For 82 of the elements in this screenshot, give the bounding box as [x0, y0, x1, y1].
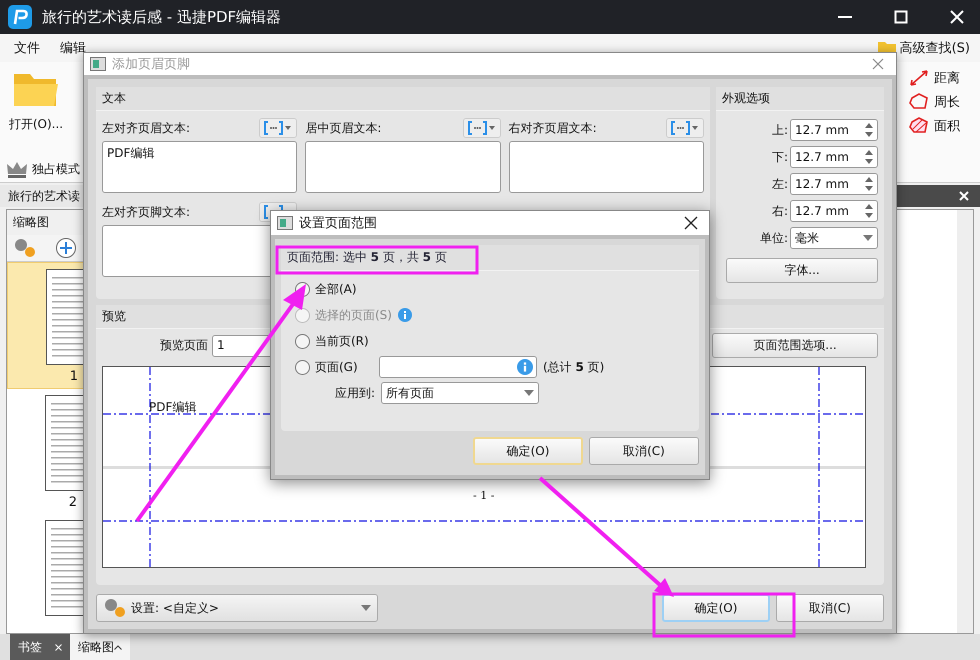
- font-button[interactable]: 字体...: [726, 258, 878, 283]
- group-title: 文本: [96, 87, 710, 111]
- field-label: 右对齐页眉文本:: [508, 120, 597, 136]
- chevron-up-icon: [114, 644, 122, 650]
- apply-to-dropdown[interactable]: 所有页面: [381, 382, 540, 404]
- window-title: 旅行的艺术读后感 - 迅捷PDF编辑器: [42, 8, 282, 26]
- exclusive-mode-label: 独占模式: [32, 160, 80, 178]
- close-icon: [684, 216, 698, 230]
- bracket-icon: [466, 121, 497, 135]
- field-label: 居中页眉文本:: [305, 120, 382, 136]
- spin-field[interactable]: 12.7 mm: [790, 173, 878, 195]
- app-logo-icon: [8, 5, 32, 29]
- cancel-button[interactable]: 取消(C): [776, 594, 884, 622]
- footer-text: - 1 -: [473, 489, 494, 502]
- ok-button[interactable]: 确定(O): [662, 594, 770, 622]
- menu-item[interactable]: 编辑: [50, 35, 96, 61]
- ok-button[interactable]: 确定(O): [473, 437, 583, 465]
- spin-field[interactable]: 12.7 mm: [790, 146, 878, 168]
- ruler-arrow-icon: [908, 68, 930, 88]
- page-total-label: (总计 5 页): [543, 358, 604, 376]
- panel-tab[interactable]: 缩略图: [70, 634, 130, 660]
- maximize-icon: [894, 10, 908, 24]
- field-label: 上:: [772, 122, 788, 138]
- radio-option[interactable]: 当前页(R): [295, 332, 373, 350]
- field-label: 左:: [772, 176, 788, 192]
- insert-macro-button[interactable]: [462, 118, 501, 138]
- dialog-icon: [90, 57, 106, 71]
- bracket-icon: [670, 121, 700, 135]
- close-icon: [959, 191, 969, 201]
- caret-icon: [524, 390, 534, 396]
- field-label: 右:: [772, 202, 788, 220]
- polygon-icon: [908, 92, 930, 112]
- range-summary: 页面范围: 选中 5 页，共 5 页: [281, 245, 699, 271]
- page-number: 2: [68, 495, 77, 510]
- dialog-title: 添加页眉页脚: [112, 56, 190, 73]
- field-label: 预览页面: [160, 337, 208, 354]
- cancel-button[interactable]: 取消(C): [589, 437, 699, 465]
- text-area[interactable]: [508, 141, 704, 193]
- close-icon: [55, 644, 62, 650]
- spin-arrows-icon: [865, 150, 873, 164]
- panel-tab[interactable]: 书签: [10, 634, 70, 660]
- measure-tool-button[interactable]: 距离: [908, 68, 960, 88]
- radio-option[interactable]: 页面(G): [295, 358, 373, 376]
- page-thumbnail[interactable]: 1: [7, 262, 85, 389]
- field-label: 左对齐页眉文本:: [102, 120, 190, 136]
- close-icon: [872, 58, 884, 70]
- caret-icon: [361, 605, 371, 611]
- page-range-button[interactable]: 页面范围选项...: [712, 333, 878, 358]
- close-icon: [950, 10, 964, 24]
- menu-item[interactable]: 文件: [4, 35, 50, 61]
- dialog-title: 设置页面范围: [299, 215, 377, 232]
- insert-macro-button[interactable]: [666, 118, 704, 138]
- page-range-field[interactable]: [379, 356, 537, 378]
- spin-field[interactable]: 12.7 mm: [790, 119, 878, 141]
- open-button[interactable]: 打开(O)...: [0, 62, 72, 133]
- hatched-polygon-icon: [908, 116, 930, 136]
- minimize-icon: [838, 16, 852, 18]
- unit-dropdown[interactable]: 毫米: [790, 227, 878, 249]
- crown-icon: [6, 160, 28, 178]
- spin-field[interactable]: 12.7 mm: [790, 200, 878, 222]
- spin-arrows-icon: [865, 204, 873, 218]
- spin-arrows-icon: [865, 123, 873, 137]
- dialog-icon: [277, 216, 293, 230]
- group-title: 外观选项: [716, 87, 884, 111]
- info-icon: [517, 359, 533, 375]
- field-label: 单位:: [760, 230, 788, 246]
- spin-arrows-icon: [865, 177, 873, 191]
- scrollbar[interactable]: [957, 210, 973, 633]
- insert-macro-button[interactable]: [259, 118, 298, 138]
- settings-dropdown[interactable]: 设置: <自定义>: [96, 594, 378, 622]
- measure-tool-button[interactable]: 周长: [908, 92, 960, 112]
- field-label: 下:: [772, 148, 788, 166]
- measure-tool-button[interactable]: 面积: [908, 116, 960, 136]
- caret-icon: [863, 235, 873, 241]
- page-thumbnail[interactable]: 2: [7, 389, 83, 514]
- field-label: 应用到:: [335, 384, 376, 402]
- text-area[interactable]: [305, 141, 501, 193]
- bracket-icon: [263, 121, 294, 135]
- text-area[interactable]: PDF编辑: [102, 141, 298, 193]
- header-text: PDF编辑: [149, 399, 196, 416]
- page-number: 1: [70, 369, 78, 384]
- info-icon: [398, 308, 412, 322]
